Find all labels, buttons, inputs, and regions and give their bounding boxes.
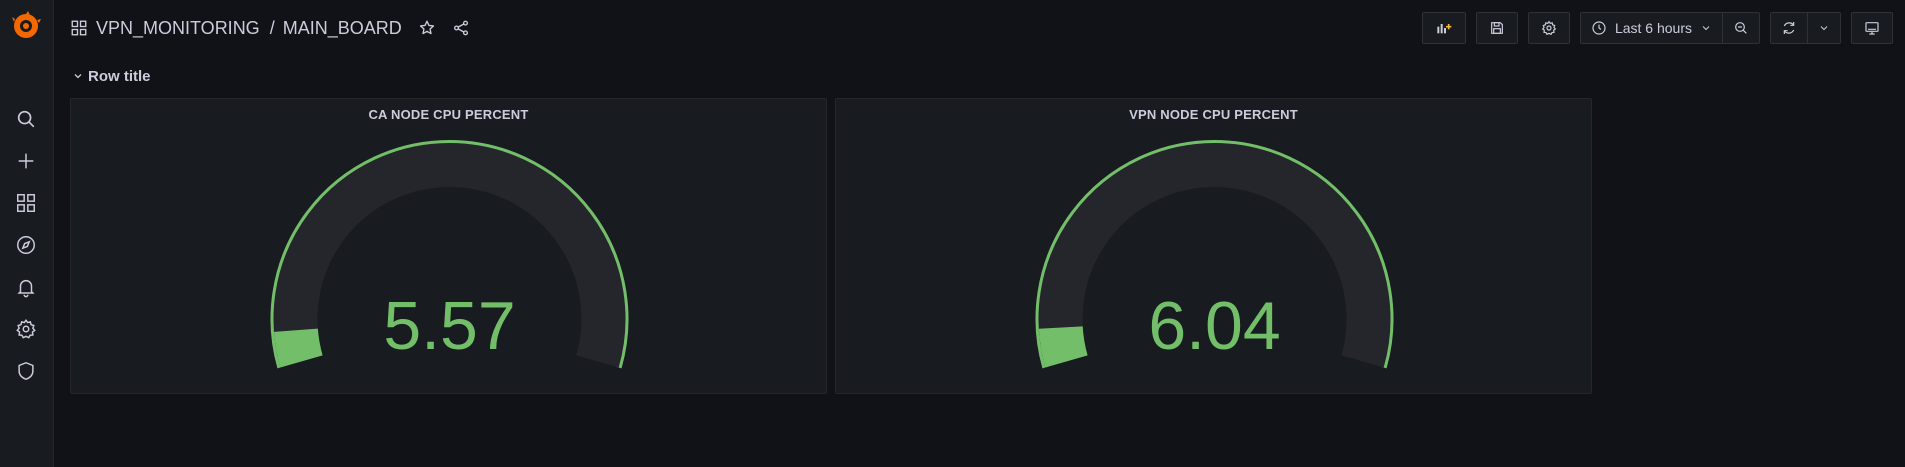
- chevron-down-icon: [1820, 26, 1828, 31]
- shield-icon[interactable]: [11, 356, 41, 386]
- add-panel-button[interactable]: [1421, 12, 1466, 44]
- dashboard-settings-button[interactable]: [1527, 12, 1570, 44]
- time-picker: Last 6 hours: [1579, 12, 1760, 44]
- star-icon[interactable]: [418, 19, 436, 37]
- gauge-svg: 6.04: [1035, 140, 1394, 369]
- chevron-down-icon: [74, 74, 82, 79]
- gauge-value-arc: [273, 328, 323, 368]
- plus-icon[interactable]: [11, 146, 41, 176]
- share-icon[interactable]: [452, 19, 470, 37]
- clock-icon: [1592, 21, 1606, 35]
- time-range-button[interactable]: Last 6 hours: [1581, 13, 1722, 43]
- zoom-out-button[interactable]: [1722, 13, 1759, 43]
- gear-icon[interactable]: [11, 314, 41, 344]
- gauge-value: 6.04: [1148, 288, 1280, 364]
- save-dashboard-button[interactable]: [1475, 12, 1518, 44]
- gauge-panel-vpn-node[interactable]: VPN NODE CPU PERCENT 6.04: [835, 98, 1592, 394]
- gauge-panel-ca-node[interactable]: CA NODE CPU PERCENT 5.57: [70, 98, 827, 394]
- gear-icon: [1541, 20, 1557, 36]
- grid-icon[interactable]: [11, 188, 41, 218]
- refresh-interval-button[interactable]: [1807, 13, 1840, 43]
- tv-mode-button[interactable]: [1851, 12, 1893, 44]
- add-panel-icon: [1437, 24, 1452, 34]
- refresh-button[interactable]: [1771, 13, 1807, 43]
- breadcrumb-folder[interactable]: VPN_MONITORING: [96, 18, 260, 39]
- search-icon[interactable]: [11, 104, 41, 134]
- time-range-label: Last 6 hours: [1614, 20, 1692, 36]
- refresh-picker: [1770, 12, 1841, 44]
- row-title: Row title: [88, 67, 151, 85]
- gauge-value: 5.57: [383, 288, 515, 364]
- compass-icon[interactable]: [11, 230, 41, 260]
- monitor-icon: [1865, 22, 1879, 35]
- dashboard-grid-icon: [71, 20, 87, 36]
- dashboard-title[interactable]: MAIN_BOARD: [283, 18, 402, 39]
- refresh-icon: [1783, 22, 1795, 34]
- gauge-value-arc: [1038, 325, 1088, 368]
- save-icon: [1491, 22, 1503, 34]
- row-title-toggle[interactable]: Row title: [72, 64, 151, 88]
- bell-icon[interactable]: [11, 272, 41, 302]
- breadcrumb: VPN_MONITORING / MAIN_BOARD: [70, 16, 470, 40]
- grafana-logo-icon[interactable]: [11, 11, 41, 41]
- chevron-down-icon: [1702, 26, 1710, 31]
- dashboard-toolbar: Last 6 hours: [1421, 12, 1893, 44]
- gauge-svg: 5.57: [270, 140, 629, 369]
- top-navbar: VPN_MONITORING / MAIN_BOARD Last 6 hours: [54, 0, 1905, 56]
- breadcrumb-separator: /: [269, 17, 275, 38]
- zoom-out-icon: [1735, 22, 1747, 34]
- sidebar: [0, 0, 54, 467]
